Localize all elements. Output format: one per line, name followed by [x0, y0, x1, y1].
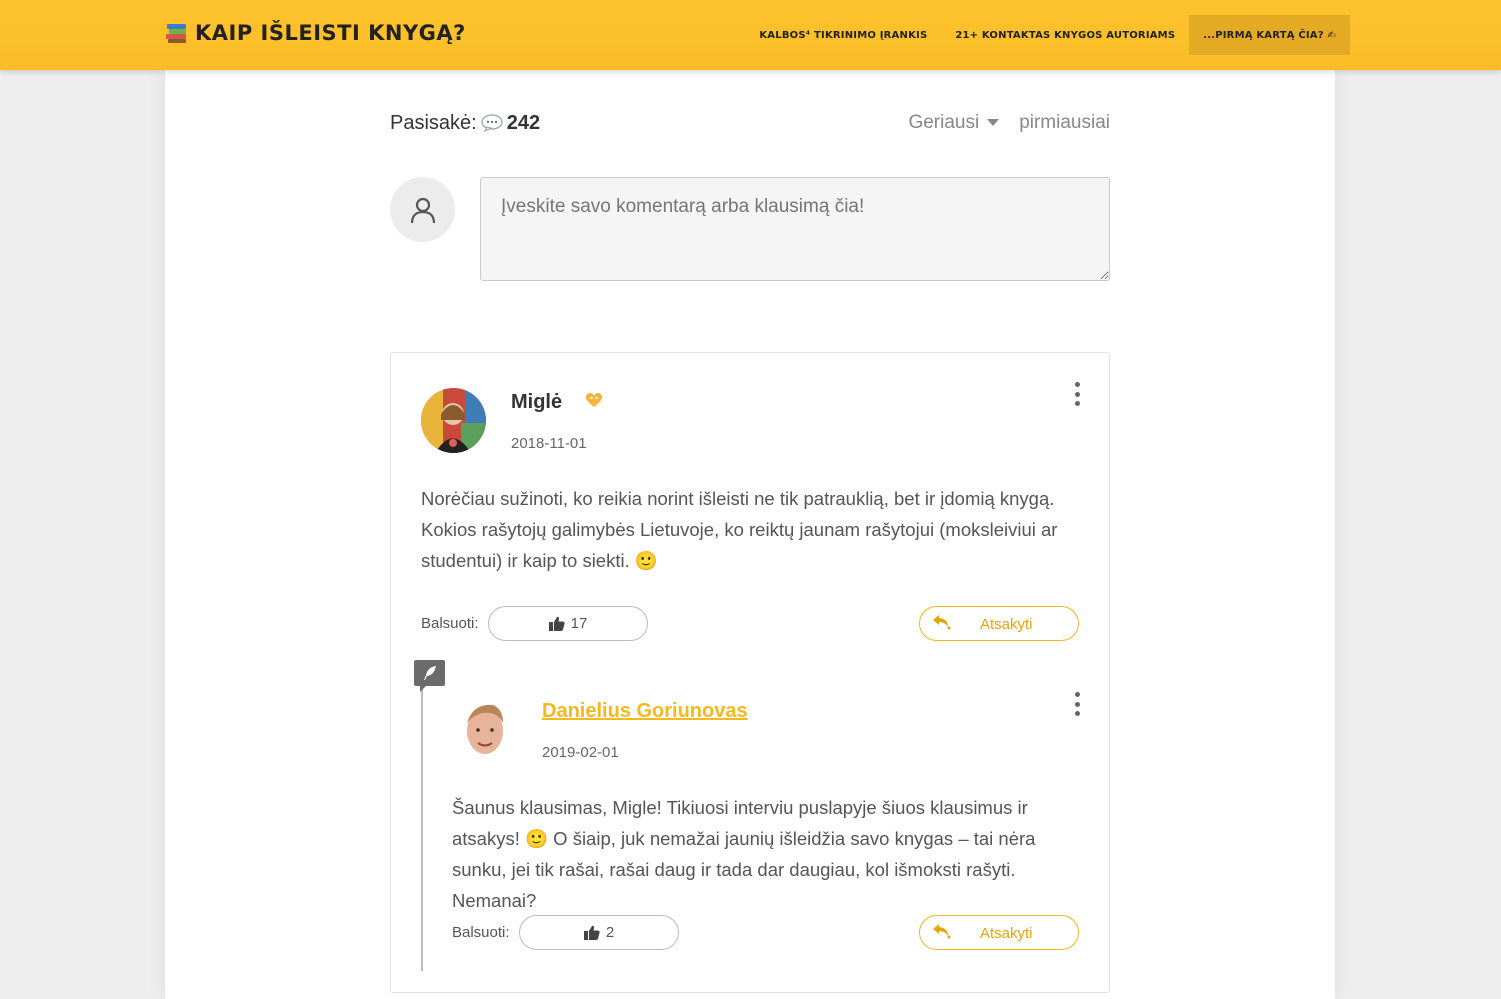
user-icon [410, 197, 435, 223]
comment-date: 2018-11-01 [511, 435, 587, 452]
comment-author: Miglė [511, 391, 563, 413]
content-card: Pasisakė: 242 Geriausi pirmiausiai Įvesk… [165, 70, 1335, 999]
thumbs-up-icon [583, 925, 600, 940]
comment-count-label: Pasisakė: [390, 111, 477, 134]
comments-header: Pasisakė: 242 Geriausi pirmiausiai [390, 110, 1110, 136]
avatar [453, 697, 518, 762]
site-logo[interactable]: KAIP IŠLEISTI KNYGĄ? [165, 18, 466, 48]
reply-badge [414, 660, 445, 692]
vote-label: Balsuoti: [421, 615, 479, 632]
heart-badge-icon [585, 392, 603, 413]
speech-bubble-icon [481, 114, 503, 133]
more-options-icon[interactable] [1072, 382, 1082, 406]
current-user-avatar [390, 177, 455, 242]
more-options-icon[interactable] [1072, 692, 1082, 716]
top-bar: KAIP IŠLEISTI KNYGĄ? KALBOS⁴ TIKRINIMO Į… [0, 0, 1501, 70]
reply-arrow-icon [932, 614, 952, 634]
nav-language-tool[interactable]: KALBOS⁴ TIKRINIMO ĮRANKIS [745, 15, 941, 55]
books-icon [165, 22, 189, 44]
upvote-button[interactable]: 2 [519, 915, 679, 950]
thumbs-up-icon [548, 616, 565, 631]
comment-count: Pasisakė: 242 [390, 112, 540, 135]
comment-thread: Miglė 2018-11-01 Norėčiau sužinoti, ko r… [390, 352, 1110, 993]
site-title: KAIP IŠLEISTI KNYGĄ? [195, 21, 466, 45]
vote-label: Balsuoti: [452, 924, 510, 941]
comment-input[interactable] [480, 177, 1110, 281]
feather-icon [423, 666, 436, 680]
sort-dropdown[interactable]: Geriausi [908, 112, 1000, 134]
main-nav: KALBOS⁴ TIKRINIMO ĮRANKIS 21+ KONTAKTAS … [745, 15, 1350, 55]
reply-label: Atsakyti [980, 925, 1033, 942]
reply-arrow-icon [932, 923, 952, 943]
reply-button[interactable]: Atsakyti [919, 606, 1079, 641]
avatar [421, 388, 486, 453]
caret-down-icon [987, 119, 1000, 127]
nav-first-time[interactable]: ...PIRMĄ KARTĄ ČIA? ✍ [1189, 15, 1350, 55]
vote-count: 2 [605, 924, 615, 941]
nav-contacts[interactable]: 21+ KONTAKTAS KNYGOS AUTORIAMS [941, 15, 1189, 55]
sort-selected-label: Geriausi [908, 112, 980, 133]
vote-count: 17 [570, 615, 588, 632]
comment-text: Šaunus klausimas, Migle! Tikiuosi interv… [452, 797, 1036, 911]
comment-count-value: 242 [506, 111, 541, 134]
comment-author-link[interactable]: Danielius Goriunovas [542, 700, 748, 723]
reply-thread-line [421, 671, 423, 971]
reply-label: Atsakyti [980, 616, 1033, 633]
reply-button[interactable]: Atsakyti [919, 915, 1079, 950]
sort-oldest-link[interactable]: pirmiausiai [1019, 112, 1110, 134]
comment-text: Norėčiau sužinoti, ko reikia norint išle… [421, 488, 1058, 571]
comment-sort: Geriausi pirmiausiai [908, 112, 1110, 134]
upvote-button[interactable]: 17 [488, 606, 648, 641]
comment-date: 2019-02-01 [542, 744, 619, 761]
